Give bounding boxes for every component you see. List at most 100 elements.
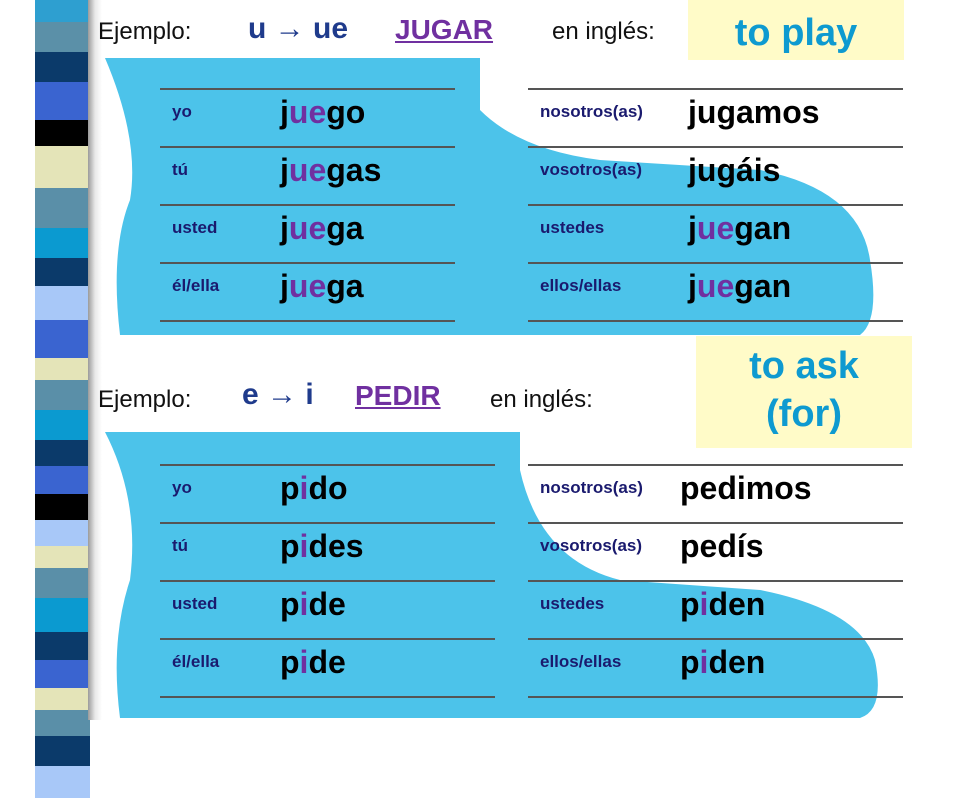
verb-form: juega [280, 210, 364, 247]
conjugation-row: vosotros(as) jugáis [528, 146, 903, 206]
stem-change: ue [288, 152, 327, 188]
table-divider [528, 320, 903, 322]
conjugation-row: ustedes juegan [528, 204, 903, 264]
stripe [35, 766, 90, 798]
conjugation-row: nosotros(as) jugamos [528, 88, 903, 148]
verb-part: pedís [680, 528, 764, 564]
example1-infinitive: JUGAR [395, 14, 494, 45]
verb-part: p [680, 586, 700, 622]
pronoun: nosotros(as) [540, 478, 643, 497]
conjugation-row: él/ella pide [160, 638, 495, 698]
pronoun: usted [172, 218, 218, 237]
verb-form: juegas [280, 152, 381, 189]
pronoun: nosotros(as) [540, 102, 643, 121]
verb-form: jugáis [688, 152, 780, 189]
jugar-singular-table: yo juego tú juegas usted juega él/ella juega [160, 88, 455, 322]
verb-part: do [308, 470, 348, 506]
table-divider [160, 696, 495, 698]
jugar-plural-table: nosotros(as) jugamos vosotros(as) jugáis ust… [528, 88, 903, 322]
verb-form: piden [680, 644, 765, 681]
pronoun: tú [172, 160, 189, 179]
verb-part: pedimos [680, 470, 812, 506]
stem-change: ue [288, 210, 327, 246]
verb-part: ga [326, 268, 364, 304]
verb-part: gas [326, 152, 382, 188]
verb-form: juegan [688, 268, 791, 305]
verb-part: de [308, 586, 346, 622]
example1-label: Ejemplo: [98, 18, 192, 45]
example2-infinitive: PEDIR [355, 380, 441, 411]
example2-rule: e → i [242, 378, 314, 411]
verb-part: p [280, 528, 300, 564]
verb-form: jugamos [688, 94, 820, 131]
pronoun: usted [172, 594, 218, 613]
verb-form: pide [280, 644, 346, 681]
verb-part: den [708, 586, 766, 622]
verb-form: juego [280, 94, 365, 131]
verb-part: jugáis [688, 152, 781, 188]
pronoun: ustedes [540, 218, 605, 237]
stem-change: ue [288, 268, 327, 304]
pronoun: él/ella [172, 652, 220, 671]
conjugation-row: usted juega [160, 204, 455, 264]
verb-part: j [280, 152, 289, 188]
pronoun: él/ella [172, 276, 220, 295]
verb-part: p [680, 644, 700, 680]
translation-line2: (for) [766, 393, 842, 435]
pedir-plural-table: nosotros(as) pedimos vosotros(as) pedís uste… [528, 464, 903, 698]
conjugation-row: usted pide [160, 580, 495, 640]
stripe [35, 736, 90, 766]
verb-part: j [280, 268, 289, 304]
verb-part: j [688, 268, 697, 304]
example2-en-label: en inglés: [490, 386, 593, 413]
translation-line1: to ask [749, 345, 859, 387]
conjugation-row: tú juegas [160, 146, 455, 206]
verb-part: p [280, 586, 300, 622]
verb-form: piden [680, 586, 765, 623]
verb-form: juegan [688, 210, 791, 247]
verb-part: des [308, 528, 364, 564]
verb-part: p [280, 470, 300, 506]
verb-part: go [326, 94, 366, 130]
pronoun: yo [172, 478, 192, 497]
verb-form: pides [280, 528, 364, 565]
stem-change: ue [696, 210, 735, 246]
conjugation-row: él/ella juega [160, 262, 455, 322]
pronoun: ustedes [540, 594, 605, 613]
conjugation-row: yo juego [160, 88, 455, 148]
pedir-singular-table: yo pido tú pides usted pide él/ella pide [160, 464, 495, 698]
pronoun: yo [172, 102, 192, 121]
verb-part: de [308, 644, 346, 680]
verb-part: den [708, 644, 766, 680]
table-divider [160, 320, 455, 322]
verb-part: gan [734, 268, 792, 304]
pronoun: ellos/ellas [540, 276, 622, 295]
stem-change: ue [288, 94, 327, 130]
verb-part: p [280, 644, 300, 680]
pronoun: tú [172, 536, 189, 555]
verb-part: gan [734, 210, 792, 246]
conjugation-row: vosotros(as) pedís [528, 522, 903, 582]
conjugation-row: tú pides [160, 522, 495, 582]
conjugation-row: ellos/ellas juegan [528, 262, 903, 322]
example1-translation: to play [688, 0, 904, 60]
verb-form: pedimos [680, 470, 812, 507]
verb-form: pide [280, 586, 346, 623]
verb-form: pido [280, 470, 348, 507]
pronoun: vosotros(as) [540, 160, 643, 179]
verb-form: juega [280, 268, 364, 305]
example1-rule: u → ue [248, 12, 349, 45]
stem-change: ue [696, 268, 735, 304]
example2-translation: to ask (for) [696, 336, 912, 448]
example1-en-label: en inglés: [552, 18, 655, 45]
verb-part: jugamos [688, 94, 820, 130]
pronoun: ellos/ellas [540, 652, 622, 671]
example2-label: Ejemplo: [98, 386, 192, 413]
verb-form: pedís [680, 528, 764, 565]
pronoun: vosotros(as) [540, 536, 643, 555]
table-divider [528, 696, 903, 698]
conjugation-row: yo pido [160, 464, 495, 524]
verb-part: j [688, 210, 697, 246]
conjugation-row: ellos/ellas piden [528, 638, 903, 698]
conjugation-row: nosotros(as) pedimos [528, 464, 903, 524]
